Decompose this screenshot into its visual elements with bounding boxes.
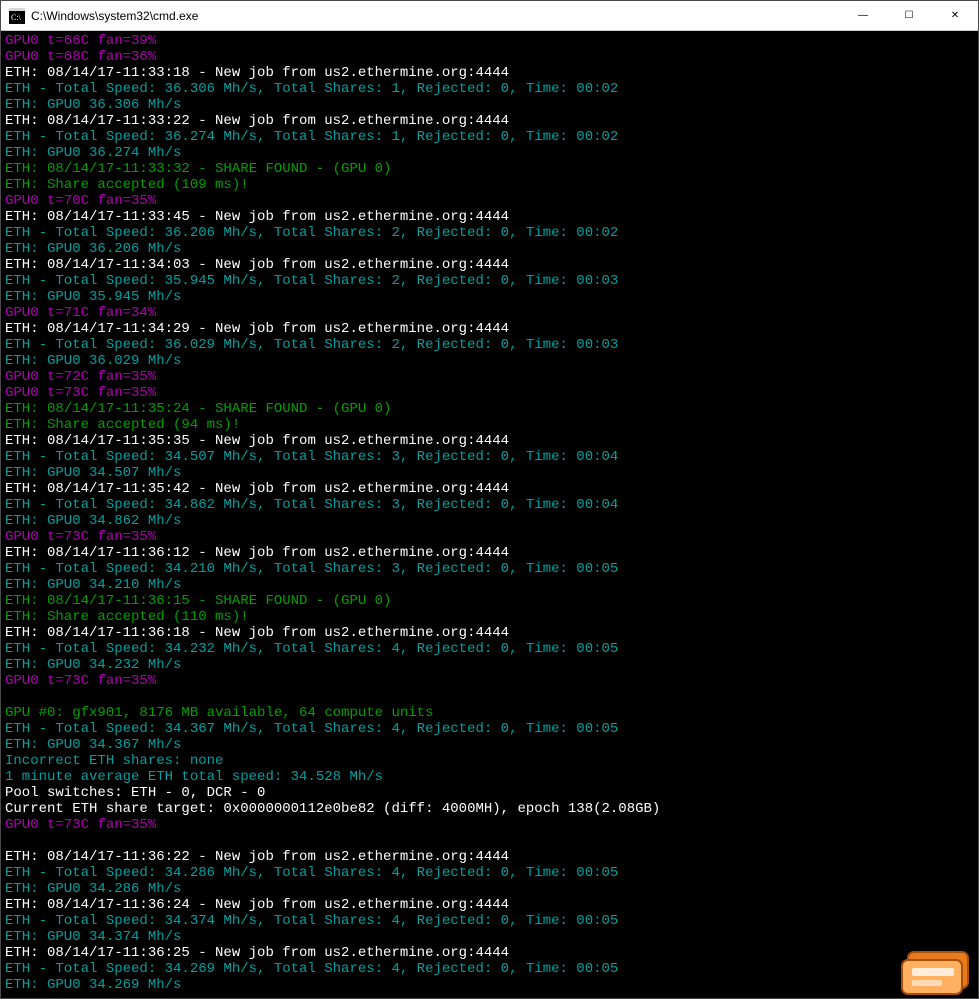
- window-title: C:\Windows\system32\cmd.exe: [31, 9, 840, 23]
- console-line: ETH: GPU0 34.367 Mh/s: [5, 737, 974, 753]
- console-line: Current ETH share target: 0x0000000112e0…: [5, 801, 974, 817]
- console-line: ETH: GPU0 34.374 Mh/s: [5, 929, 974, 945]
- minimize-icon: —: [858, 10, 868, 21]
- console-line: [5, 833, 974, 849]
- console-line: ETH: 08/14/17-11:33:18 - New job from us…: [5, 65, 974, 81]
- console-line: ETH: 08/14/17-11:36:12 - New job from us…: [5, 545, 974, 561]
- console-line: ETH - Total Speed: 35.945 Mh/s, Total Sh…: [5, 273, 974, 289]
- close-icon: ✕: [951, 10, 959, 21]
- console-line: ETH: Share accepted (109 ms)!: [5, 177, 974, 193]
- console-line: ETH - Total Speed: 34.269 Mh/s, Total Sh…: [5, 961, 974, 977]
- console-line: ETH - Total Speed: 36.206 Mh/s, Total Sh…: [5, 225, 974, 241]
- console-line: GPU0 t=70C fan=35%: [5, 193, 974, 209]
- console-line: Incorrect ETH shares: none: [5, 753, 974, 769]
- console-line: ETH: 08/14/17-11:36:22 - New job from us…: [5, 849, 974, 865]
- console-line: GPU0 t=73C fan=35%: [5, 673, 974, 689]
- console-line: ETH: 08/14/17-11:35:35 - New job from us…: [5, 433, 974, 449]
- console-line: 1 minute average ETH total speed: 34.528…: [5, 769, 974, 785]
- console-line: ETH: 08/14/17-11:36:18 - New job from us…: [5, 625, 974, 641]
- console-line: ETH: GPU0 34.232 Mh/s: [5, 657, 974, 673]
- titlebar[interactable]: C:\ C:\Windows\system32\cmd.exe — ☐ ✕: [1, 1, 978, 31]
- console-line: ETH: 08/14/17-11:34:29 - New job from us…: [5, 321, 974, 337]
- console-line: ETH: 08/14/17-11:36:25 - New job from us…: [5, 945, 974, 961]
- console-line: ETH - Total Speed: 36.306 Mh/s, Total Sh…: [5, 81, 974, 97]
- console-line: ETH: GPU0 36.206 Mh/s: [5, 241, 974, 257]
- console-line: ETH: 08/14/17-11:36:15 - SHARE FOUND - (…: [5, 593, 974, 609]
- console-line: ETH: GPU0 34.269 Mh/s: [5, 977, 974, 993]
- console-line: ETH - Total Speed: 36.274 Mh/s, Total Sh…: [5, 129, 974, 145]
- cmd-icon: C:\: [9, 8, 25, 24]
- console-line: GPU0 t=72C fan=35%: [5, 369, 974, 385]
- console-line: ETH - Total Speed: 34.367 Mh/s, Total Sh…: [5, 721, 974, 737]
- console-line: [5, 689, 974, 705]
- console-line: GPU #0: gfx901, 8176 MB available, 64 co…: [5, 705, 974, 721]
- window-controls: — ☐ ✕: [840, 1, 978, 30]
- console-line: ETH: 08/14/17-11:35:42 - New job from us…: [5, 481, 974, 497]
- maximize-button[interactable]: ☐: [886, 1, 932, 30]
- console-line: ETH - Total Speed: 34.232 Mh/s, Total Sh…: [5, 641, 974, 657]
- console-line: GPU0 t=68C fan=36%: [5, 49, 974, 65]
- console-line: GPU0 t=73C fan=35%: [5, 817, 974, 833]
- console-output[interactable]: GPU0 t=66C fan=39%GPU0 t=68C fan=36%ETH:…: [1, 31, 978, 998]
- console-line: ETH: GPU0 36.306 Mh/s: [5, 97, 974, 113]
- cmd-window: C:\ C:\Windows\system32\cmd.exe — ☐ ✕ GP…: [0, 0, 979, 999]
- maximize-icon: ☐: [905, 10, 914, 21]
- svg-text:C:\: C:\: [11, 13, 22, 22]
- console-line: ETH: Share accepted (110 ms)!: [5, 609, 974, 625]
- console-line: ETH: 08/14/17-11:33:32 - SHARE FOUND - (…: [5, 161, 974, 177]
- console-line: Pool switches: ETH - 0, DCR - 0: [5, 785, 974, 801]
- console-line: GPU0 t=66C fan=39%: [5, 33, 974, 49]
- console-line: ETH - Total Speed: 34.507 Mh/s, Total Sh…: [5, 449, 974, 465]
- console-line: ETH: 08/14/17-11:33:45 - New job from us…: [5, 209, 974, 225]
- console-line: ETH: GPU0 35.945 Mh/s: [5, 289, 974, 305]
- console-line: ETH - Total Speed: 36.029 Mh/s, Total Sh…: [5, 337, 974, 353]
- console-line: ETH - Total Speed: 34.286 Mh/s, Total Sh…: [5, 865, 974, 881]
- console-line: ETH - Total Speed: 34.862 Mh/s, Total Sh…: [5, 497, 974, 513]
- console-line: GPU0 t=73C fan=35%: [5, 529, 974, 545]
- console-line: ETH: GPU0 34.210 Mh/s: [5, 577, 974, 593]
- console-line: ETH: GPU0 34.862 Mh/s: [5, 513, 974, 529]
- console-line: GPU0 t=71C fan=34%: [5, 305, 974, 321]
- console-line: ETH: 08/14/17-11:36:24 - New job from us…: [5, 897, 974, 913]
- console-line: ETH: 08/14/17-11:33:22 - New job from us…: [5, 113, 974, 129]
- console-line: ETH: GPU0 36.029 Mh/s: [5, 353, 974, 369]
- close-button[interactable]: ✕: [932, 1, 978, 30]
- console-line: ETH - Total Speed: 34.374 Mh/s, Total Sh…: [5, 913, 974, 929]
- minimize-button[interactable]: —: [840, 1, 886, 30]
- corner-badge-icon: [900, 946, 976, 996]
- console-line: ETH - Total Speed: 34.210 Mh/s, Total Sh…: [5, 561, 974, 577]
- console-line: GPU0 t=73C fan=35%: [5, 385, 974, 401]
- console-line: ETH: Share accepted (94 ms)!: [5, 417, 974, 433]
- console-line: ETH: 08/14/17-11:34:03 - New job from us…: [5, 257, 974, 273]
- console-line: ETH: 08/14/17-11:35:24 - SHARE FOUND - (…: [5, 401, 974, 417]
- console-line: ETH: GPU0 34.507 Mh/s: [5, 465, 974, 481]
- console-line: ETH: GPU0 36.274 Mh/s: [5, 145, 974, 161]
- console-line: ETH: GPU0 34.286 Mh/s: [5, 881, 974, 897]
